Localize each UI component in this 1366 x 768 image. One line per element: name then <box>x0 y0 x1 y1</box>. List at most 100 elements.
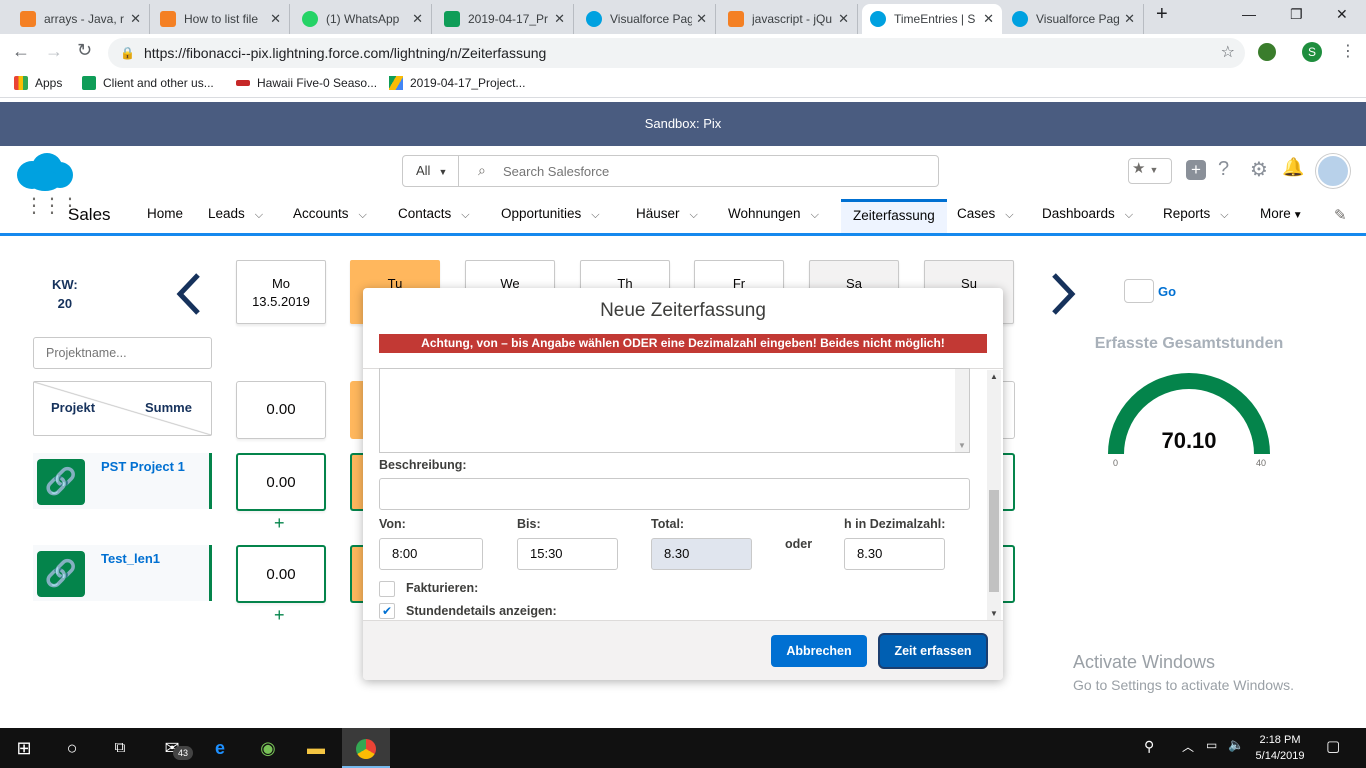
url-input[interactable]: 🔒 https://fibonacci--pix.lightning.force… <box>108 38 1245 68</box>
back-icon[interactable]: ← <box>12 41 30 62</box>
chevron-down-icon[interactable]: ⌵ <box>1220 209 1228 221</box>
menu-icon[interactable]: ⋮ <box>1340 41 1356 61</box>
edge-icon[interactable]: e <box>196 728 244 768</box>
nav-zeiterfassung[interactable]: Zeiterfassung <box>841 199 947 233</box>
chevron-down-icon[interactable]: ⌵ <box>359 209 367 221</box>
browser-tab[interactable]: arrays - Java, r ✕ <box>12 4 150 34</box>
new-tab-button[interactable]: + <box>1156 3 1168 26</box>
chevron-down-icon[interactable]: ⌵ <box>690 209 698 221</box>
close-icon[interactable]: ✕ <box>554 11 565 27</box>
submit-time-button[interactable]: Zeit erfassen <box>880 635 986 667</box>
browser-tab[interactable]: Visualforce Pag ✕ <box>578 4 716 34</box>
nav-cases[interactable]: Cases ⌵ <box>957 202 1014 236</box>
nav-dashboards[interactable]: Dashboards ⌵ <box>1042 202 1133 236</box>
notifications-bell-icon[interactable]: 🔔 <box>1282 157 1304 178</box>
extension-icon[interactable] <box>1258 43 1276 61</box>
nav-accounts[interactable]: Accounts ⌵ <box>293 202 367 236</box>
project-name-link[interactable]: PST Project 1 <box>101 459 185 474</box>
chevron-down-icon[interactable]: ⌵ <box>255 209 263 221</box>
network-icon[interactable]: ▭ <box>1206 738 1217 752</box>
windows-start-icon[interactable]: ⊞ <box>0 728 48 768</box>
project-day-value[interactable]: 0.00 <box>236 545 326 603</box>
people-icon[interactable]: ⚲ <box>1144 738 1154 755</box>
go-button[interactable]: Go <box>1158 284 1176 299</box>
nav-wohnungen[interactable]: Wohnungen ⌵ <box>728 202 819 236</box>
project-day-value[interactable] <box>350 453 364 511</box>
android-studio-icon[interactable]: ◉ <box>244 728 292 768</box>
modal-scrollbar[interactable]: ▲ ▼ <box>987 370 1001 620</box>
user-avatar[interactable] <box>1316 154 1350 188</box>
cortana-search-icon[interactable]: ○ <box>48 728 96 768</box>
bookmark-apps[interactable]: Apps <box>14 76 62 90</box>
fakturieren-checkbox[interactable] <box>379 581 395 597</box>
close-icon[interactable]: ✕ <box>130 11 141 27</box>
day-monday[interactable]: Mo 13.5.2019 <box>236 260 326 324</box>
reload-icon[interactable]: ↻ <box>77 40 92 61</box>
go-checkbox[interactable] <box>1124 279 1154 303</box>
bookmark-item[interactable]: 2019-04-17_Project... <box>389 76 525 90</box>
project-day-value[interactable]: 0.00 <box>236 453 326 511</box>
von-input[interactable]: 8:00 <box>379 538 483 570</box>
action-center-icon[interactable]: ▢ <box>1326 737 1340 755</box>
nav-contacts[interactable]: Contacts ⌵ <box>398 202 470 236</box>
nav-haeuser[interactable]: Häuser ⌵ <box>636 202 698 236</box>
help-icon[interactable]: ? <box>1218 158 1229 181</box>
chevron-down-icon[interactable]: ⌵ <box>1005 209 1013 221</box>
close-icon[interactable]: ✕ <box>696 11 707 27</box>
next-week-icon[interactable] <box>1048 271 1078 317</box>
close-icon[interactable]: ✕ <box>838 11 849 27</box>
project-name-link[interactable]: Test_len1 <box>101 551 160 566</box>
file-explorer-icon[interactable]: ▬ <box>292 728 340 768</box>
details-textarea[interactable]: ▼ <box>379 368 970 453</box>
scrollbar-thumb[interactable] <box>989 490 999 592</box>
chevron-down-icon[interactable]: ⌵ <box>461 209 469 221</box>
chevron-down-icon[interactable]: ⌵ <box>591 209 599 221</box>
nav-reports[interactable]: Reports ⌵ <box>1163 202 1229 236</box>
window-close-button[interactable]: ✕ <box>1336 6 1348 23</box>
chrome-taskbar-icon[interactable] <box>342 728 390 768</box>
forward-icon[interactable]: → <box>45 41 63 62</box>
bookmark-item[interactable]: Hawaii Five-0 Seaso... <box>236 76 377 90</box>
add-time-plus-icon[interactable]: + <box>274 513 285 534</box>
stundendetails-checkbox[interactable]: ✔ <box>379 603 395 619</box>
global-add-icon[interactable]: + <box>1186 160 1206 180</box>
close-icon[interactable]: ✕ <box>412 11 423 27</box>
search-input[interactable] <box>503 157 923 185</box>
close-icon[interactable]: ✕ <box>1124 11 1135 27</box>
volume-mute-icon[interactable]: 🔈 <box>1228 737 1244 753</box>
project-filter-input[interactable] <box>33 337 212 369</box>
nav-leads[interactable]: Leads ⌵ <box>208 202 263 236</box>
mail-icon[interactable]: ✉ 43 <box>148 728 196 768</box>
bis-input[interactable]: 15:30 <box>517 538 618 570</box>
previous-week-icon[interactable] <box>174 271 204 317</box>
salesforce-logo[interactable] <box>14 151 76 193</box>
browser-tab[interactable]: How to list file ✕ <box>152 4 290 34</box>
project-day-value[interactable] <box>350 545 364 603</box>
textarea-scrollbar[interactable]: ▼ <box>955 369 969 452</box>
add-time-plus-icon[interactable]: + <box>274 605 285 626</box>
task-view-icon[interactable]: ⧉ <box>96 728 144 768</box>
close-icon[interactable]: ✕ <box>983 11 994 27</box>
favorites-button[interactable]: ★ ▼ <box>1128 158 1172 184</box>
chevron-up-icon[interactable]: ︿ <box>1182 738 1194 755</box>
nav-opportunities[interactable]: Opportunities ⌵ <box>501 202 600 236</box>
chevron-down-icon[interactable]: ⌵ <box>811 209 819 221</box>
close-icon[interactable]: ✕ <box>270 11 281 27</box>
maximize-button[interactable]: ❐ <box>1290 6 1303 23</box>
nav-home[interactable]: Home <box>147 202 183 236</box>
browser-tab[interactable]: (1) WhatsApp ✕ <box>294 4 432 34</box>
chevron-down-icon[interactable]: ⌵ <box>1125 209 1133 221</box>
search-scope-select[interactable]: All ▼ <box>403 156 459 186</box>
beschreibung-input[interactable] <box>379 478 970 510</box>
bookmark-star-icon[interactable]: ☆ <box>1221 38 1235 68</box>
minimize-button[interactable]: — <box>1242 6 1256 22</box>
system-clock[interactable]: 2:18 PM 5/14/2019 <box>1250 732 1310 764</box>
nav-more[interactable]: More ▼ <box>1260 202 1303 236</box>
browser-tab-active[interactable]: TimeEntries | S ✕ <box>862 4 1002 34</box>
cancel-button[interactable]: Abbrechen <box>771 635 867 667</box>
browser-tab[interactable]: 2019-04-17_Pr ✕ <box>436 4 574 34</box>
edit-nav-pencil-icon[interactable]: ✎ <box>1334 206 1347 224</box>
dezimal-input[interactable]: 8.30 <box>844 538 945 570</box>
bookmark-item[interactable]: Client and other us... <box>82 76 214 90</box>
browser-tab[interactable]: javascript - jQu ✕ <box>720 4 858 34</box>
